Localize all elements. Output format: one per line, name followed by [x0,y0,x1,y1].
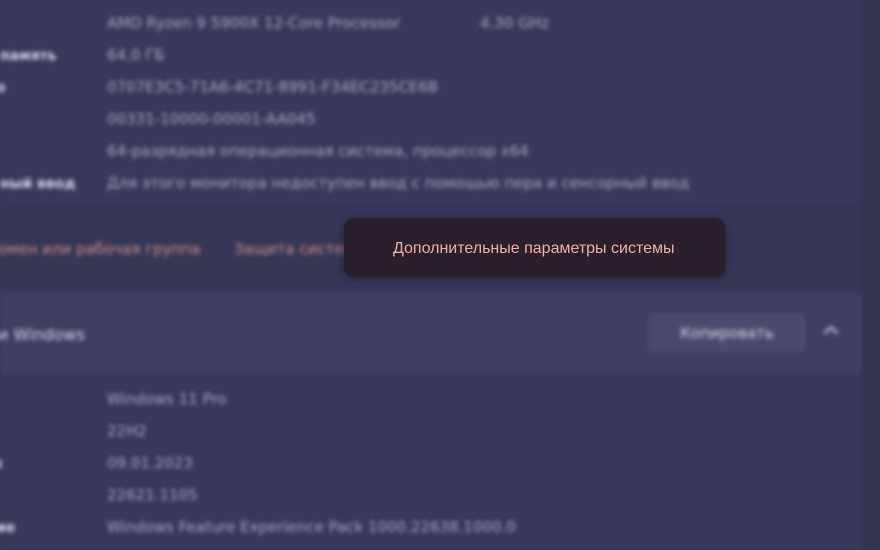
scrollbar-track[interactable] [862,0,880,550]
experience-label: ие [0,520,16,536]
pen-touch-value: Для этого монитора недоступен ввод с пом… [107,174,690,192]
processor-value: AMD Ryzen 9 5900X 12-Core Processor [107,14,401,32]
ram-value: 64,0 ГБ [107,46,165,64]
edition-value: Windows 11 Pro [107,390,227,408]
build-value: 22621.1105 [107,486,198,504]
chevron-up-icon[interactable] [818,317,844,343]
version-value: 22H2 [107,422,147,440]
experience-value: Windows Feature Experience Pack 1000.226… [107,518,516,536]
ram-label: память [0,48,57,64]
device-id-value: 0707E3C5-71A6-4C71-8991-F34EC235CE6B [107,78,439,96]
installed-on-value: 09.01.2023 [107,454,193,472]
processor-speed: 4.30 GHz [480,14,549,32]
device-id-label: о [0,80,6,96]
installed-on-label: х [0,456,3,472]
copy-button[interactable]: Копировать [648,314,806,352]
advanced-system-settings-link[interactable]: Дополнительные параметры системы [393,240,674,258]
domain-workgroup-link[interactable]: омен или рабочая группа [0,240,200,258]
windows-specs-title: и Windows [0,325,85,344]
settings-window: AMD Ryzen 9 5900X 12-Core Processor 4.30… [0,0,880,550]
product-id-value: 00331-10000-00001-AA045 [107,110,316,128]
pen-touch-label: ный ввод [0,176,76,192]
system-type-value: 64-разрядная операционная система, проце… [107,142,529,160]
